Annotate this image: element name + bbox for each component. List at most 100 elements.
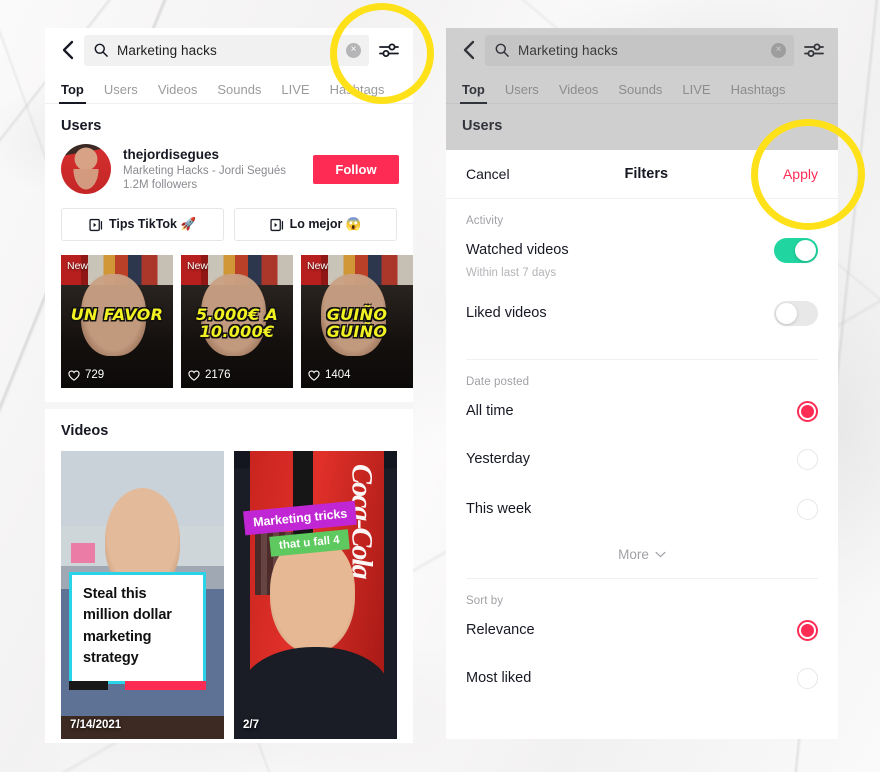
more-date-options-button[interactable]: More bbox=[446, 534, 838, 574]
like-count-text: 1404 bbox=[325, 369, 351, 381]
thumbnail-caption: UN FAVOR bbox=[70, 304, 164, 324]
users-section-heading: Users bbox=[61, 118, 102, 134]
user-video-thumbnail-strip[interactable]: New UN FAVOR 729 New 5.000€ A 10.000€ 21… bbox=[45, 241, 413, 402]
user-handle: thejordisegues bbox=[123, 147, 220, 162]
filter-row-relevance[interactable]: Relevance bbox=[446, 607, 838, 653]
heart-outline-icon bbox=[308, 369, 320, 381]
filter-row-this-week[interactable]: This week bbox=[446, 484, 838, 534]
filters-title: Filters bbox=[624, 166, 669, 182]
back-icon[interactable] bbox=[54, 40, 80, 60]
video-results-grid: Steal this million dollar marketing stra… bbox=[45, 449, 413, 739]
most-liked-label: Most liked bbox=[466, 670, 532, 686]
date-posted-group-label: Date posted bbox=[466, 376, 530, 388]
tab-hashtags[interactable]: Hashtags bbox=[721, 82, 796, 104]
filter-row-yesterday[interactable]: Yesterday bbox=[446, 434, 838, 484]
new-badge: New bbox=[187, 260, 209, 272]
watched-videos-label: Watched videos bbox=[466, 242, 569, 258]
search-bar: Marketing hacks × bbox=[45, 28, 413, 72]
avatar bbox=[61, 144, 111, 194]
thumbnail-item[interactable]: New GUIÑO GUIÑO 1404 bbox=[301, 255, 413, 388]
video-date-label: 7/14/2021 bbox=[70, 719, 122, 731]
video-overlay-caption: Steal this million dollar marketing stra… bbox=[69, 571, 206, 690]
playlist-chips: Tips TikTok 🚀 Lo mejor 😱 bbox=[45, 194, 413, 241]
user-display-name: Marketing Hacks - Jordi Segués bbox=[123, 165, 286, 177]
all-time-label: All time bbox=[466, 403, 514, 419]
clear-search-icon[interactable]: × bbox=[346, 42, 361, 58]
thumbnail-like-count: 729 bbox=[68, 369, 104, 381]
more-label: More bbox=[618, 546, 649, 562]
search-input[interactable]: Marketing hacks × bbox=[84, 34, 369, 66]
thumbnail-caption: GUIÑO GUIÑO bbox=[326, 304, 388, 342]
user-followers: 1.2M followers bbox=[123, 179, 198, 191]
playlist-chip-tips-tiktok[interactable]: Tips TikTok 🚀 bbox=[61, 208, 224, 241]
back-icon[interactable] bbox=[455, 40, 481, 60]
tab-videos[interactable]: Videos bbox=[148, 82, 208, 104]
tab-live[interactable]: LIVE bbox=[271, 82, 319, 104]
filters-panel: Marketing hacks × Top Users Videos Sound… bbox=[446, 28, 838, 739]
section-divider bbox=[45, 402, 413, 409]
filter-sliders-icon[interactable] bbox=[376, 42, 402, 58]
filters-bottom-sheet: Cancel Filters Apply Activity Watched vi… bbox=[446, 150, 838, 703]
most-liked-radio[interactable] bbox=[797, 667, 818, 689]
playlist-chip-label: Lo mejor 😱 bbox=[289, 217, 362, 231]
thumbnail-caption: 5.000€ A 10.000€ bbox=[195, 304, 279, 342]
playlist-chip-lo-mejor[interactable]: Lo mejor 😱 bbox=[234, 208, 397, 241]
users-section-heading: Users bbox=[462, 118, 503, 134]
relevance-radio[interactable] bbox=[797, 619, 818, 641]
tab-sounds[interactable]: Sounds bbox=[608, 82, 672, 104]
follow-button[interactable]: Follow bbox=[313, 154, 399, 184]
videos-section-heading: Videos bbox=[61, 423, 109, 439]
video-background-object bbox=[70, 543, 96, 564]
all-time-radio[interactable] bbox=[797, 400, 818, 422]
user-result-row[interactable]: thejordisegues Marketing Hacks - Jordi S… bbox=[45, 144, 413, 194]
relevance-label: Relevance bbox=[466, 622, 535, 638]
video-card[interactable]: Steal this million dollar marketing stra… bbox=[61, 451, 224, 739]
playlist-icon bbox=[89, 218, 103, 231]
yesterday-label: Yesterday bbox=[466, 451, 530, 467]
filter-row-liked-videos[interactable]: Liked videos bbox=[446, 279, 838, 347]
search-query-text: Marketing hacks bbox=[518, 42, 618, 58]
tab-users[interactable]: Users bbox=[495, 82, 549, 104]
tab-live[interactable]: LIVE bbox=[672, 82, 720, 104]
video-date-label: 2/7 bbox=[243, 719, 259, 731]
sort-by-group-label: Sort by bbox=[466, 595, 504, 607]
search-icon bbox=[94, 43, 108, 57]
tab-videos[interactable]: Videos bbox=[549, 82, 609, 104]
tab-top[interactable]: Top bbox=[51, 82, 94, 104]
thumbnail-item[interactable]: New UN FAVOR 729 bbox=[61, 255, 173, 388]
search-tabs: Top Users Videos Sounds LIVE Hashtags bbox=[45, 72, 413, 104]
heart-outline-icon bbox=[188, 369, 200, 381]
this-week-label: This week bbox=[466, 501, 532, 517]
watched-videos-toggle[interactable] bbox=[774, 237, 818, 263]
liked-videos-toggle[interactable] bbox=[774, 300, 818, 326]
search-results-panel: Marketing hacks × Top Users Videos Sound… bbox=[45, 28, 413, 743]
cancel-button[interactable]: Cancel bbox=[466, 166, 510, 182]
tab-users[interactable]: Users bbox=[94, 82, 148, 104]
search-query-text: Marketing hacks bbox=[117, 42, 217, 58]
activity-group-label: Activity bbox=[466, 215, 504, 227]
yesterday-radio[interactable] bbox=[797, 448, 818, 470]
video-overlay-text: Steal this million dollar marketing stra… bbox=[83, 585, 172, 667]
apply-button[interactable]: Apply bbox=[783, 166, 818, 182]
search-input[interactable]: Marketing hacks × bbox=[485, 34, 794, 66]
new-badge: New bbox=[67, 260, 89, 272]
filter-row-most-liked[interactable]: Most liked bbox=[446, 653, 838, 703]
liked-videos-label: Liked videos bbox=[466, 305, 547, 321]
clear-search-icon[interactable]: × bbox=[771, 42, 786, 58]
video-subject-body bbox=[240, 646, 391, 739]
thumbnail-like-count: 1404 bbox=[308, 369, 351, 381]
search-bar: Marketing hacks × bbox=[446, 28, 838, 72]
filter-row-all-time[interactable]: All time bbox=[446, 388, 838, 434]
this-week-radio[interactable] bbox=[797, 498, 818, 520]
thumbnail-item[interactable]: New 5.000€ A 10.000€ 2176 bbox=[181, 255, 293, 388]
playlist-chip-label: Tips TikTok 🚀 bbox=[108, 217, 197, 231]
tab-hashtags[interactable]: Hashtags bbox=[320, 82, 395, 104]
playlist-icon bbox=[269, 218, 283, 231]
like-count-text: 2176 bbox=[205, 369, 231, 381]
video-card[interactable]: Marketing tricks that u fall 4 2/7 bbox=[234, 451, 397, 739]
new-badge: New bbox=[307, 260, 329, 272]
chevron-down-icon bbox=[655, 551, 666, 557]
tab-sounds[interactable]: Sounds bbox=[207, 82, 271, 104]
filter-sliders-icon[interactable] bbox=[801, 42, 827, 58]
tab-top[interactable]: Top bbox=[452, 82, 495, 104]
